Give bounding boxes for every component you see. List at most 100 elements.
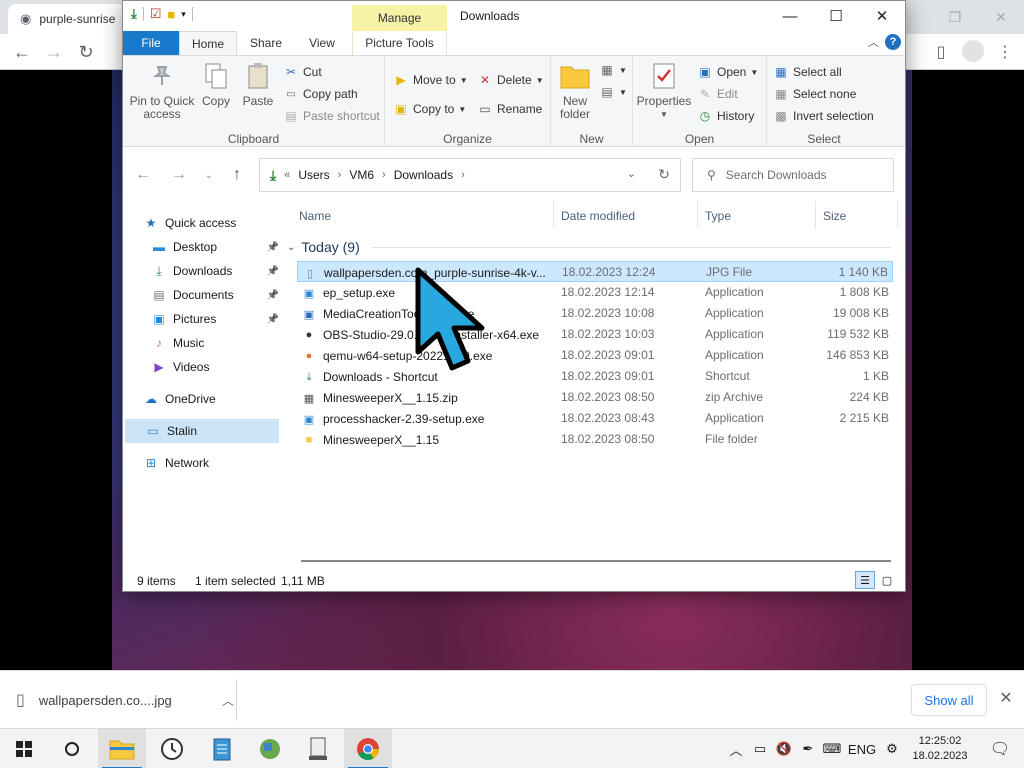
clock[interactable]: 12:25:02 18.02.2023 [904, 734, 976, 764]
copy-button[interactable]: Copy [199, 60, 233, 108]
sidebar-item-onedrive[interactable]: ☁ OneDrive [123, 387, 283, 411]
menu-icon[interactable]: ⋮ [994, 40, 1016, 64]
network-icon[interactable]: ▭ [748, 729, 772, 768]
copy-path-button[interactable]: ▭ Copy path [283, 86, 357, 102]
tab-share[interactable]: Share [243, 31, 289, 55]
select-none-button[interactable]: ▦ Select none [773, 86, 856, 102]
forward-icon[interactable]: → [42, 40, 66, 64]
tab-home[interactable]: Home [179, 31, 237, 55]
chevron-down-icon[interactable]: ▾ [181, 9, 186, 20]
easy-access-button[interactable]: ▤ ▼ [599, 84, 627, 100]
maximize-button[interactable]: ☐ [813, 1, 859, 31]
cut-button[interactable]: ✂ Cut [283, 64, 322, 80]
new-item-button[interactable]: ▦ ▼ [599, 62, 627, 78]
table-row[interactable]: ▣ MediaCreationTool22H2.exe 18.02.2023 10:… [297, 303, 893, 324]
notification-icon[interactable]: 🗨 [976, 729, 1024, 768]
properties-button[interactable]: Properties ▼ [637, 60, 691, 121]
download-icon[interactable]: ⤓ [131, 6, 137, 22]
tab-file[interactable]: File [123, 31, 179, 55]
chevron-right-icon[interactable]: › [461, 169, 465, 181]
breadcrumb-downloads[interactable]: Downloads [394, 168, 453, 182]
language-indicator[interactable]: ENG [844, 729, 880, 768]
help-icon[interactable]: ? [885, 34, 901, 50]
avatar[interactable] [962, 40, 984, 62]
pen-icon[interactable]: ✒ [796, 729, 820, 768]
settings-icon[interactable]: ⚙ [880, 729, 904, 768]
invert-selection-button[interactable]: ▩ Invert selection [773, 108, 873, 124]
taskbar-notepad[interactable] [198, 729, 246, 768]
address-bar[interactable]: ⤓ « Users › VM6 › Downloads › ⌄ ↻ [259, 158, 681, 192]
paste-shortcut-button[interactable]: ▤ Paste shortcut [283, 108, 379, 124]
sidebar-item-music[interactable]: ♪ Music [123, 331, 283, 355]
delete-button[interactable]: ✕ Delete ▼ [477, 72, 544, 88]
taskbar-clock-app[interactable] [148, 729, 196, 768]
sidebar-item-videos[interactable]: ▶ Videos [123, 355, 283, 379]
reload-icon[interactable]: ↻ [74, 40, 98, 64]
table-row[interactable]: ▣ processhacker-2.39-setup.exe 18.02.2023 … [297, 408, 893, 429]
back-icon[interactable]: ← [133, 165, 153, 185]
pin-quick-access-button[interactable]: Pin to Quick access [129, 60, 195, 121]
volume-muted-icon[interactable]: 🔇 [772, 729, 796, 768]
sidebar-icon[interactable]: ▯ [930, 40, 952, 64]
sidebar-item-desktop[interactable]: ▬ Desktop 📌 [123, 235, 283, 259]
history-button[interactable]: ◷ History [697, 108, 755, 124]
show-all-button[interactable]: Show all [911, 684, 987, 716]
browser-tab[interactable]: ◉ purple-sunrise [8, 4, 126, 34]
pin-icon[interactable]: 📌 [267, 266, 279, 277]
back-icon[interactable]: ← [10, 40, 34, 64]
chevron-up-icon[interactable]: ︿ [222, 692, 234, 709]
column-size[interactable]: Size [823, 209, 846, 223]
column-type[interactable]: Type [705, 209, 731, 223]
download-item[interactable]: ▯ wallpapersden.co....jpg ︿ [16, 683, 234, 717]
pin-icon[interactable]: 📌 [267, 290, 279, 301]
manage-tab[interactable]: Manage [352, 5, 447, 31]
search-input[interactable]: ⚲ Search Downloads [692, 158, 894, 192]
start-button[interactable] [0, 729, 48, 768]
sidebar-item-documents[interactable]: ▤ Documents 📌 [123, 283, 283, 307]
open-button[interactable]: ▣ Open ▼ [697, 64, 758, 80]
refresh-icon[interactable]: ↻ [658, 166, 670, 183]
horizontal-scrollbar[interactable] [251, 557, 891, 565]
taskbar-chrome[interactable] [344, 729, 392, 768]
sidebar-item-pictures[interactable]: ▣ Pictures 📌 [123, 307, 283, 331]
rename-button[interactable]: ▭ Rename [477, 101, 542, 117]
collapse-ribbon-icon[interactable]: ︿ [868, 34, 879, 50]
table-row[interactable]: ▦ MinesweeperX__1.15.zip 18.02.2023 08:50 z… [297, 387, 893, 408]
new-folder-button[interactable]: New folder [557, 60, 593, 121]
sidebar-item-quick-access[interactable]: ★ Quick access [123, 211, 283, 235]
edit-button[interactable]: ✎ Edit [697, 86, 738, 102]
search-button[interactable] [48, 729, 96, 768]
tab-picture-tools[interactable]: Picture Tools [352, 31, 447, 55]
taskbar-control-panel[interactable] [246, 729, 294, 768]
taskbar-installer[interactable] [294, 729, 342, 768]
properties-icon[interactable]: ☑ [150, 6, 162, 22]
pin-icon[interactable]: 📌 [267, 242, 279, 253]
up-icon[interactable]: ↑ [227, 165, 247, 185]
table-row[interactable]: ●OBS-Studio-29.0.2-Full-Installer-x64.ex… [297, 324, 893, 345]
copy-to-button[interactable]: ▣ Copy to ▼ [393, 101, 466, 117]
close-icon[interactable]: ✕ [996, 688, 1016, 708]
table-row[interactable]: ▣ ep_setup.exe 18.02.2023 12:14 Application… [297, 282, 893, 303]
recent-locations-icon[interactable]: ⌄ [199, 165, 219, 185]
breadcrumb-vm6[interactable]: VM6 [349, 168, 374, 182]
new-folder-icon[interactable]: ■ [167, 7, 175, 22]
large-icons-view-icon[interactable]: ▢ [877, 571, 897, 589]
move-to-button[interactable]: ▶ Move to ▼ [393, 72, 467, 88]
sidebar-item-downloads[interactable]: ⤓ Downloads 📌 [123, 259, 283, 283]
table-row[interactable]: ⤓ Downloads - Shortcut 18.02.2023 09:01 Sho… [297, 366, 893, 387]
group-header-today[interactable]: ⌄ Today (9) [287, 237, 891, 257]
paste-button[interactable]: Paste [241, 60, 275, 108]
close-button[interactable]: ✕ [859, 1, 905, 31]
breadcrumb-users[interactable]: Users [298, 168, 329, 182]
minimize-button[interactable]: — [767, 1, 813, 31]
forward-icon[interactable]: → [169, 165, 189, 185]
column-date-modified[interactable]: Date modified [561, 209, 635, 223]
chevron-right-icon[interactable]: › [338, 169, 342, 181]
pin-icon[interactable]: 📌 [267, 314, 279, 325]
chevron-down-icon[interactable]: ⌄ [627, 167, 636, 180]
close-icon[interactable]: ✕ [978, 0, 1024, 34]
table-row[interactable]: ▯ wallpapersden.com_purple-sunrise-4k-v..… [297, 261, 893, 282]
chevron-up-icon[interactable]: ︿ [724, 729, 748, 768]
keyboard-icon[interactable]: ⌨ [820, 729, 844, 768]
chevron-right-icon[interactable]: › [382, 169, 386, 181]
